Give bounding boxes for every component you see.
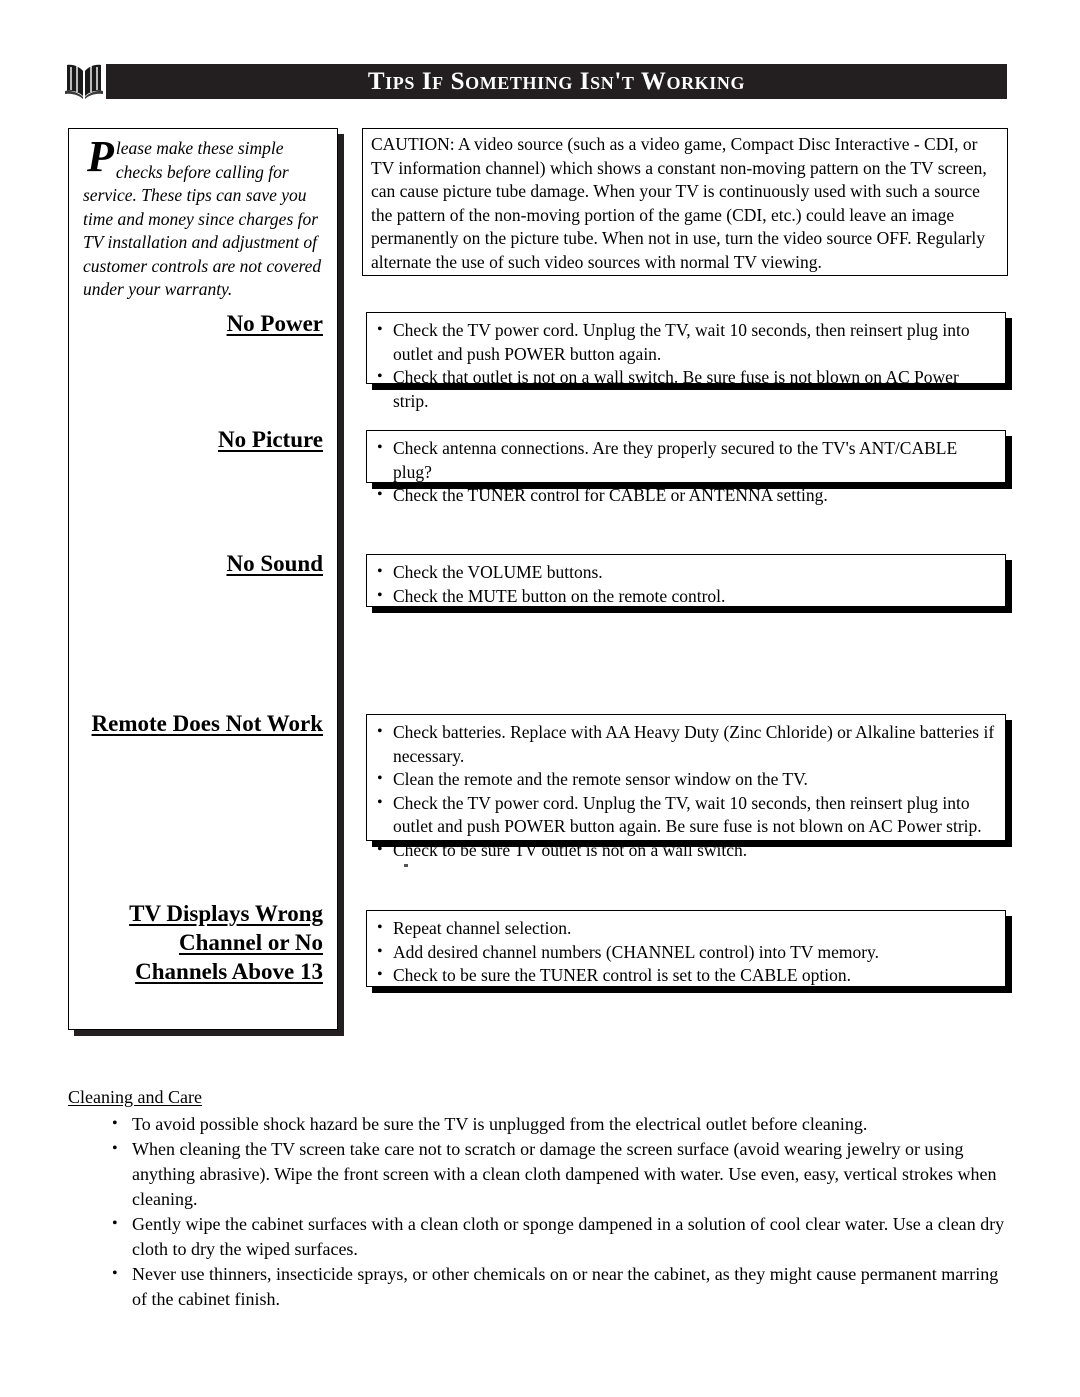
- no-power-tips-box: Check the TV power cord. Unplug the TV, …: [366, 312, 1006, 411]
- cleaning-and-care-title: Cleaning and Care: [68, 1087, 202, 1107]
- list-item: Check the VOLUME buttons.: [375, 560, 995, 585]
- page-title: Tips If Something Isn't Working: [367, 68, 746, 95]
- list-item: Never use thinners, insecticide sprays, …: [110, 1261, 1008, 1312]
- no-picture-tips-box: Check antenna connections. Are they prop…: [366, 430, 1006, 506]
- list-item: To avoid possible shock hazard be sure t…: [110, 1111, 1008, 1137]
- open-book-icon: [65, 64, 103, 99]
- caution-text: CAUTION: A video source (such as a video…: [371, 134, 987, 272]
- intro-dropcap: P: [87, 132, 114, 181]
- list-item: Check the TV power cord. Unplug the TV, …: [375, 318, 995, 366]
- list-item: Check to be sure TV outlet is not on a w…: [375, 838, 995, 863]
- list-item: Gently wipe the cabinet surfaces with a …: [110, 1211, 1008, 1262]
- list-item: Check to be sure the TUNER control is se…: [375, 963, 995, 988]
- section-heading-no-picture: No Picture: [218, 427, 323, 452]
- remote-tip-list: Check batteries. Replace with AA Heavy D…: [375, 720, 995, 863]
- list-item: Add desired channel numbers (CHANNEL con…: [375, 940, 995, 965]
- scan-artifact-speck: [404, 864, 408, 867]
- section-heading-no-sound: No Sound: [226, 551, 323, 576]
- no-sound-tips-box: Check the VOLUME buttons. Check the MUTE…: [366, 554, 1006, 607]
- section-heading-no-power: No Power: [226, 311, 323, 336]
- no-power-tip-list: Check the TV power cord. Unplug the TV, …: [375, 318, 995, 413]
- section-heading-tv-displays-wrong-channel: TV Displays Wrong Channel or No Channels…: [129, 901, 323, 984]
- list-item: Clean the remote and the remote sensor w…: [375, 767, 995, 792]
- intro-body: lease make these simple checks before ca…: [83, 138, 322, 299]
- list-item: Check the TV power cord. Unplug the TV, …: [375, 791, 995, 839]
- cleaning-and-care-section: Cleaning and Care To avoid possible shoc…: [68, 1085, 1008, 1312]
- no-picture-tip-list: Check antenna connections. Are they prop…: [375, 436, 995, 508]
- header-banner: Tips If Something Isn't Working: [106, 64, 1007, 99]
- remote-tips-box: Check batteries. Replace with AA Heavy D…: [366, 714, 1006, 861]
- page-header: Tips If Something Isn't Working: [62, 60, 1007, 102]
- list-item: Check antenna connections. Are they prop…: [375, 436, 995, 484]
- intro-paragraph: Please make these simple checks before c…: [83, 132, 327, 302]
- cleaning-and-care-list: To avoid possible shock hazard be sure t…: [68, 1111, 1008, 1312]
- list-item: Check the TUNER control for CABLE or ANT…: [375, 483, 995, 508]
- list-item: Check batteries. Replace with AA Heavy D…: [375, 720, 995, 768]
- left-column-panel: Please make these simple checks before c…: [68, 128, 338, 1030]
- section-heading-remote-does-not-work: Remote Does Not Work: [91, 711, 323, 736]
- list-item: Check that outlet is not on a wall switc…: [375, 365, 995, 413]
- channels-tip-list: Repeat channel selection. Add desired ch…: [375, 916, 995, 988]
- list-item: Check the MUTE button on the remote cont…: [375, 584, 995, 609]
- caution-box: CAUTION: A video source (such as a video…: [362, 128, 1008, 276]
- channels-tips-box: Repeat channel selection. Add desired ch…: [366, 910, 1006, 987]
- no-sound-tip-list: Check the VOLUME buttons. Check the MUTE…: [375, 560, 995, 609]
- list-item: When cleaning the TV screen take care no…: [110, 1136, 1008, 1212]
- list-item: Repeat channel selection.: [375, 916, 995, 941]
